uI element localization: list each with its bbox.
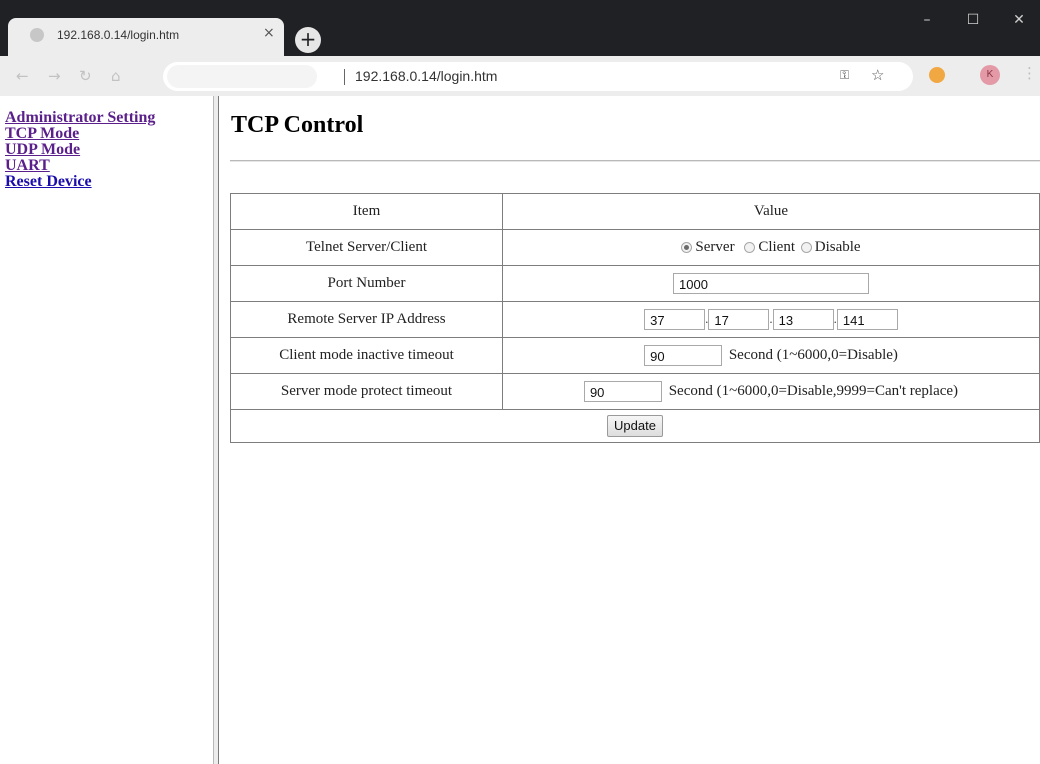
table-row: Telnet Server/Client Server Client Disab… [230, 229, 1040, 266]
radio-disable[interactable] [800, 242, 812, 254]
main-frame: TCP Control Item Value Telnet Server/Cli… [219, 96, 1040, 764]
browser-toolbar: ← → ↻ ⌂ 192.168.0.14/login.htm ⚿ ☆ K ⋮ [0, 56, 1040, 96]
row-label-port: Port Number [230, 265, 503, 302]
plus-icon[interactable]: + [295, 27, 321, 53]
maximize-icon[interactable]: ☐ [950, 6, 996, 34]
nav-link-uart[interactable]: UART [5, 158, 155, 174]
nav-link-tcp-mode[interactable]: TCP Mode [5, 126, 155, 142]
table-row: Update [230, 409, 1040, 443]
radio-server-label: Server [695, 239, 735, 255]
update-button[interactable]: Update [607, 415, 663, 437]
address-bar[interactable]: 192.168.0.14/login.htm ⚿ ☆ [163, 62, 913, 91]
key-icon[interactable]: ⚿ [840, 68, 849, 83]
server-timeout-unit: Second (1~6000,0=Disable,9999=Can't repl… [668, 382, 959, 399]
row-label-server-timeout: Server mode protect timeout [230, 373, 503, 410]
remote-ip-cell: 37. 17. 13. 141 [502, 301, 1040, 338]
server-timeout-input[interactable]: 90 [583, 381, 662, 402]
star-icon[interactable]: ☆ [871, 66, 884, 84]
page-title: TCP Control [231, 112, 364, 138]
radio-client-label: Client [758, 239, 795, 255]
browser-titlebar: 192.168.0.14/login.htm × + – ☐ ✕ [0, 0, 1040, 56]
table-row: Client mode inactive timeout 90 Second (… [230, 337, 1040, 374]
address-bar-divider [344, 69, 345, 85]
ip-octet-4-input[interactable]: 141 [836, 309, 898, 330]
minimize-icon[interactable]: – [904, 6, 950, 34]
row-label-telnet: Telnet Server/Client [230, 229, 503, 266]
back-arrow-icon[interactable]: ← [16, 67, 29, 85]
reload-icon[interactable]: ↻ [79, 67, 92, 85]
address-bar-blurred-region [167, 65, 317, 88]
table-row: Port Number 1000 [230, 265, 1040, 302]
ip-octet-1-input[interactable]: 37 [644, 309, 706, 330]
close-icon[interactable]: × [263, 25, 275, 41]
globe-icon [30, 28, 44, 42]
radio-disable-label: Disable [814, 239, 861, 255]
tcp-settings-table: Item Value Telnet Server/Client Server C… [230, 193, 1040, 443]
ip-octet-2-input[interactable]: 17 [708, 309, 770, 330]
client-timeout-cell: 90 Second (1~6000,0=Disable) [502, 337, 1040, 374]
radio-client[interactable] [744, 242, 756, 254]
update-cell: Update [230, 409, 1040, 443]
window-close-icon[interactable]: ✕ [996, 6, 1040, 34]
profile-avatar[interactable]: K [980, 65, 1000, 85]
forward-arrow-icon[interactable]: → [48, 67, 61, 85]
client-timeout-input[interactable]: 90 [644, 345, 723, 366]
nav-link-reset-device[interactable]: Reset Device [5, 174, 155, 190]
browser-tab[interactable]: 192.168.0.14/login.htm × [8, 18, 284, 56]
nav-link-udp-mode[interactable]: UDP Mode [5, 142, 155, 158]
nav-link-administrator-setting[interactable]: Administrator Setting [5, 110, 155, 126]
table-row: Server mode protect timeout 90 Second (1… [230, 373, 1040, 410]
column-header-value: Value [502, 193, 1040, 230]
table-header-row: Item Value [230, 193, 1040, 230]
column-header-item: Item [230, 193, 503, 230]
extension-icon[interactable] [929, 67, 945, 83]
server-timeout-cell: 90 Second (1~6000,0=Disable,9999=Can't r… [502, 373, 1040, 410]
left-nav-frame: Administrator Setting TCP Mode UDP Mode … [0, 96, 213, 764]
home-icon[interactable]: ⌂ [111, 67, 121, 85]
address-url[interactable]: 192.168.0.14/login.htm [355, 68, 497, 84]
port-number-input[interactable]: 1000 [673, 273, 869, 294]
ip-octet-3-input[interactable]: 13 [772, 309, 834, 330]
table-row: Remote Server IP Address 37. 17. 13. 141 [230, 301, 1040, 338]
client-timeout-unit: Second (1~6000,0=Disable) [728, 346, 898, 363]
radio-server[interactable] [681, 242, 693, 254]
row-label-client-timeout: Client mode inactive timeout [230, 337, 503, 374]
nav-links: Administrator Setting TCP Mode UDP Mode … [5, 110, 155, 190]
telnet-mode-cell: Server Client Disable [502, 229, 1040, 266]
title-divider [230, 160, 1040, 162]
port-cell: 1000 [502, 265, 1040, 302]
kebab-menu-icon[interactable]: ⋮ [1022, 64, 1037, 82]
row-label-remote-ip: Remote Server IP Address [230, 301, 503, 338]
tab-title: 192.168.0.14/login.htm [57, 28, 180, 42]
